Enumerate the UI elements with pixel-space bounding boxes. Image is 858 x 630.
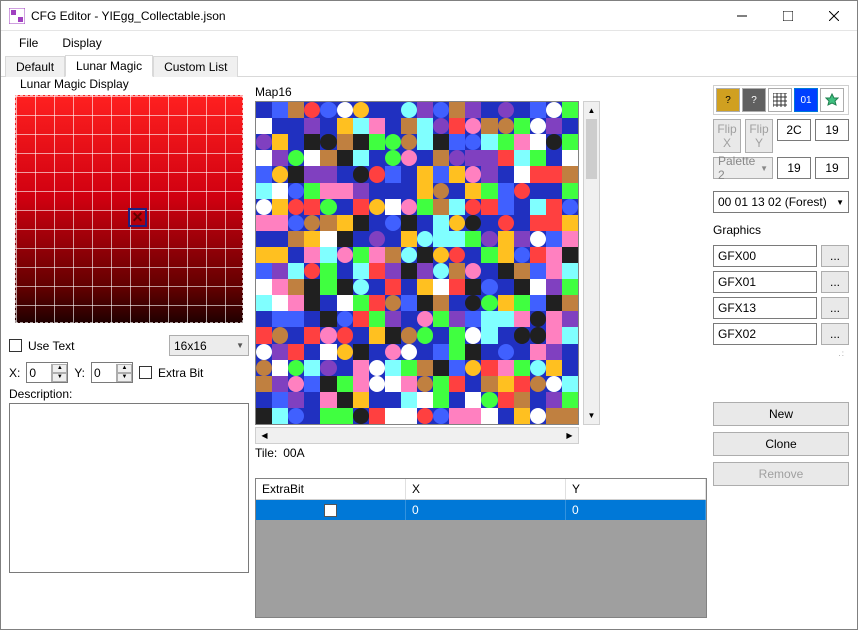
clone-button[interactable]: Clone (713, 432, 849, 456)
tab-strip: Default Lunar Magic Custom List (1, 55, 857, 77)
tile-toolbar: ? ? 01 (713, 85, 849, 115)
palette-value: Palette 2 (718, 154, 760, 182)
menu-display[interactable]: Display (52, 33, 111, 53)
scroll-down-icon[interactable]: ▼ (584, 407, 599, 424)
tileset-value: 00 01 13 02 (Forest) (718, 195, 827, 209)
col-x[interactable]: X (406, 479, 566, 499)
new-button[interactable]: New (713, 402, 849, 426)
palette-combo[interactable]: Palette 2 ▼ (713, 157, 773, 179)
spin-down-icon[interactable]: ▼ (117, 373, 132, 382)
x-input[interactable] (27, 365, 51, 381)
size-select[interactable]: 16x16 ▼ (169, 335, 249, 356)
menubar: File Display (1, 31, 857, 55)
minimize-button[interactable] (719, 1, 765, 30)
star-icon (825, 93, 839, 107)
lm-display-marker[interactable]: × (128, 208, 147, 227)
lm-display-group: Lunar Magic Display × (9, 85, 249, 329)
close-button[interactable] (811, 1, 857, 30)
row-extrabit-checkbox[interactable] (324, 504, 337, 517)
chevron-down-icon: ▼ (236, 341, 244, 350)
grid-icon (773, 93, 787, 107)
tab-lunar-magic[interactable]: Lunar Magic (65, 55, 153, 77)
val-1[interactable]: 2C (777, 119, 811, 141)
map16-label: Map16 (255, 85, 707, 99)
y-input[interactable] (92, 365, 116, 381)
tile-value: 00A (283, 446, 304, 460)
gfx2-browse[interactable]: ... (821, 297, 849, 319)
scroll-left-icon[interactable]: ◀ (256, 428, 273, 443)
tile-label: Tile: (255, 446, 277, 460)
x-label: X: (9, 366, 20, 380)
tab-default[interactable]: Default (5, 56, 65, 77)
x-stepper[interactable]: ▲▼ (26, 362, 68, 383)
table-row[interactable]: 0 0 (256, 500, 706, 520)
toolbtn-01[interactable]: 01 (794, 88, 818, 112)
spin-down-icon[interactable]: ▼ (52, 373, 67, 382)
remove-button[interactable]: Remove (713, 462, 849, 486)
chevron-down-icon: ▼ (836, 198, 844, 207)
val-3[interactable]: 19 (777, 157, 811, 179)
gfx2-input[interactable]: GFX13 (713, 297, 817, 319)
map16-canvas[interactable] (255, 101, 579, 425)
extra-bit-label: Extra Bit (158, 366, 203, 380)
tileset-combo[interactable]: 00 01 13 02 (Forest) ▼ (713, 191, 849, 213)
val-4[interactable]: 19 (815, 157, 849, 179)
menu-file[interactable]: File (9, 33, 48, 53)
col-extrabit[interactable]: ExtraBit (256, 479, 406, 499)
description-label: Description: (9, 387, 249, 401)
gfx1-browse[interactable]: ... (821, 271, 849, 293)
map16-scrollbar-h[interactable]: ◀ ▶ (255, 427, 579, 444)
gfx1-input[interactable]: GFX01 (713, 271, 817, 293)
spin-up-icon[interactable]: ▲ (117, 364, 132, 373)
y-label: Y: (74, 366, 85, 380)
gfx0-browse[interactable]: ... (821, 245, 849, 267)
toolbtn-2[interactable]: ? (742, 88, 766, 112)
map16-scrollbar-v[interactable]: ▲ ▼ (583, 101, 600, 425)
col-y[interactable]: Y (566, 479, 706, 499)
lm-display-label: Lunar Magic Display (17, 77, 132, 91)
maximize-button[interactable] (765, 1, 811, 30)
val-2[interactable]: 19 (815, 119, 849, 141)
size-select-value: 16x16 (174, 339, 207, 353)
gfx3-input[interactable]: GFX02 (713, 323, 817, 345)
window-title: CFG Editor - YIEgg_Collectable.json (31, 9, 719, 23)
chevron-down-icon: ▼ (760, 164, 768, 173)
use-text-label: Use Text (28, 339, 74, 353)
scroll-up-icon[interactable]: ▲ (584, 102, 599, 119)
extra-bit-checkbox[interactable] (139, 366, 152, 379)
titlebar: CFG Editor - YIEgg_Collectable.json (1, 1, 857, 31)
flip-x-button[interactable]: Flip X (713, 119, 741, 153)
lm-display-canvas[interactable]: × (15, 95, 243, 323)
graphics-label: Graphics (713, 223, 849, 237)
flip-y-button[interactable]: Flip Y (745, 119, 773, 153)
scrollbar-thumb[interactable] (586, 119, 597, 179)
toolbtn-1[interactable]: ? (716, 88, 740, 112)
toolbtn-star[interactable] (820, 88, 844, 112)
position-table: ExtraBit X Y 0 0 (255, 478, 707, 618)
resize-grip-icon[interactable]: .: (839, 349, 849, 358)
row-x-cell[interactable]: 0 (406, 500, 566, 520)
gfx3-browse[interactable]: ... (821, 323, 849, 345)
app-icon (9, 8, 25, 24)
toolbtn-grid[interactable] (768, 88, 792, 112)
y-stepper[interactable]: ▲▼ (91, 362, 133, 383)
spin-up-icon[interactable]: ▲ (52, 364, 67, 373)
row-y-cell[interactable]: 0 (566, 500, 706, 520)
use-text-checkbox[interactable] (9, 339, 22, 352)
tab-custom-list[interactable]: Custom List (153, 56, 238, 77)
description-textarea[interactable] (9, 403, 249, 573)
gfx0-input[interactable]: GFX00 (713, 245, 817, 267)
scroll-right-icon[interactable]: ▶ (561, 428, 578, 443)
